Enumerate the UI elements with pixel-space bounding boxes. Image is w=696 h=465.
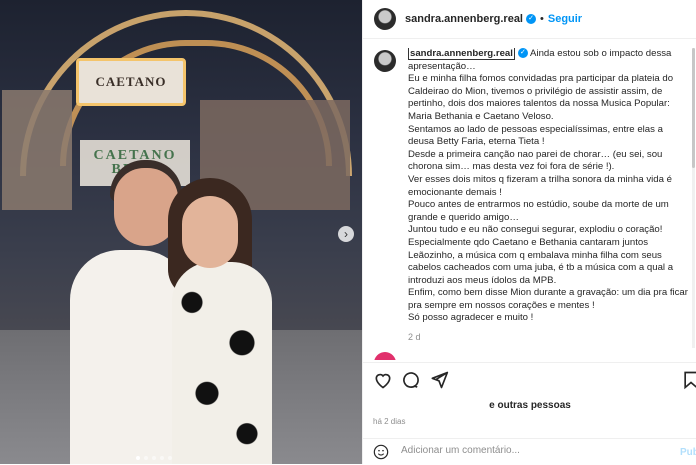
avatar[interactable]: [374, 8, 396, 30]
caption-line: Só posso agradecer e muito !: [408, 312, 534, 324]
caption-line: Especialmente qdo Caetano e Bethania can…: [408, 236, 674, 286]
caption-username[interactable]: sandra.annenberg.real: [408, 48, 515, 60]
carousel-dot: [168, 456, 172, 460]
post-header: sandra.annenberg.real ✓ • Seguir: [363, 0, 696, 39]
woman-right-face: [182, 196, 238, 268]
stage-screen-left: [2, 90, 72, 210]
comment-icon[interactable]: [401, 370, 421, 390]
scrollbar-thumb[interactable]: [692, 48, 695, 168]
caption-line: Desde a primeira canção nao parei de cho…: [408, 148, 663, 173]
avatar: [374, 352, 396, 360]
caption-line: Juntou tudo e eu não consegui segurar, e…: [408, 224, 663, 236]
caption-avatar[interactable]: [374, 50, 396, 72]
next-comment-peek: [374, 352, 674, 360]
caption-time: 2 d: [408, 332, 421, 343]
caption-line: Enfim, como bem disse Mion durante a gra…: [408, 287, 688, 311]
caption-block: sandra.annenberg.real ✓ Ainda estou sob o…: [374, 48, 690, 348]
verified-badge-icon: ✓: [517, 48, 528, 59]
next-photo-arrow-icon[interactable]: ›: [338, 226, 354, 242]
comment-input[interactable]: [401, 445, 651, 456]
caption-line: Eu e minha filha fomos convidadas pra pa…: [408, 73, 674, 122]
post-date[interactable]: há 2 dias: [373, 417, 405, 426]
post-photo: CAETANO CAETANO BETH ›: [0, 0, 362, 464]
woman-right-dress: [172, 262, 272, 464]
caption-line: sandra.annenberg.real ✓ Ainda estou sob o…: [408, 48, 690, 73]
verified-badge-icon: ✓: [526, 14, 536, 24]
caption-text: sandra.annenberg.real ✓ Ainda estou sob o…: [408, 48, 690, 348]
emoji-icon[interactable]: [373, 444, 389, 460]
follow-button[interactable]: Seguir: [548, 13, 582, 25]
caption-line: Sentamos ao lado de pessoas especialíssi…: [408, 123, 663, 148]
header-username[interactable]: sandra.annenberg.real: [405, 13, 523, 25]
stage-sign-top: CAETANO: [76, 58, 186, 106]
carousel-dots: [136, 456, 172, 460]
carousel-dot: [136, 456, 140, 460]
post-side-panel: sandra.annenberg.real ✓ • Seguir sandra.…: [362, 0, 696, 464]
carousel-dot: [160, 456, 164, 460]
caption-line: Pouco antes de entrarmos no estúdio, sou…: [408, 199, 669, 223]
carousel-dot: [144, 456, 148, 460]
likes-summary[interactable]: e outras pessoas: [363, 400, 696, 411]
publish-button[interactable]: Publicar: [680, 447, 696, 458]
comments-scrollbar[interactable]: [692, 48, 695, 348]
heart-icon[interactable]: [373, 370, 393, 390]
separator-dot: •: [540, 13, 544, 25]
save-icon[interactable]: [681, 370, 696, 390]
carousel-dot: [152, 456, 156, 460]
share-icon[interactable]: [429, 370, 449, 390]
caption-line: Ver esses dois mitos q fizeram a trilha …: [408, 173, 672, 198]
